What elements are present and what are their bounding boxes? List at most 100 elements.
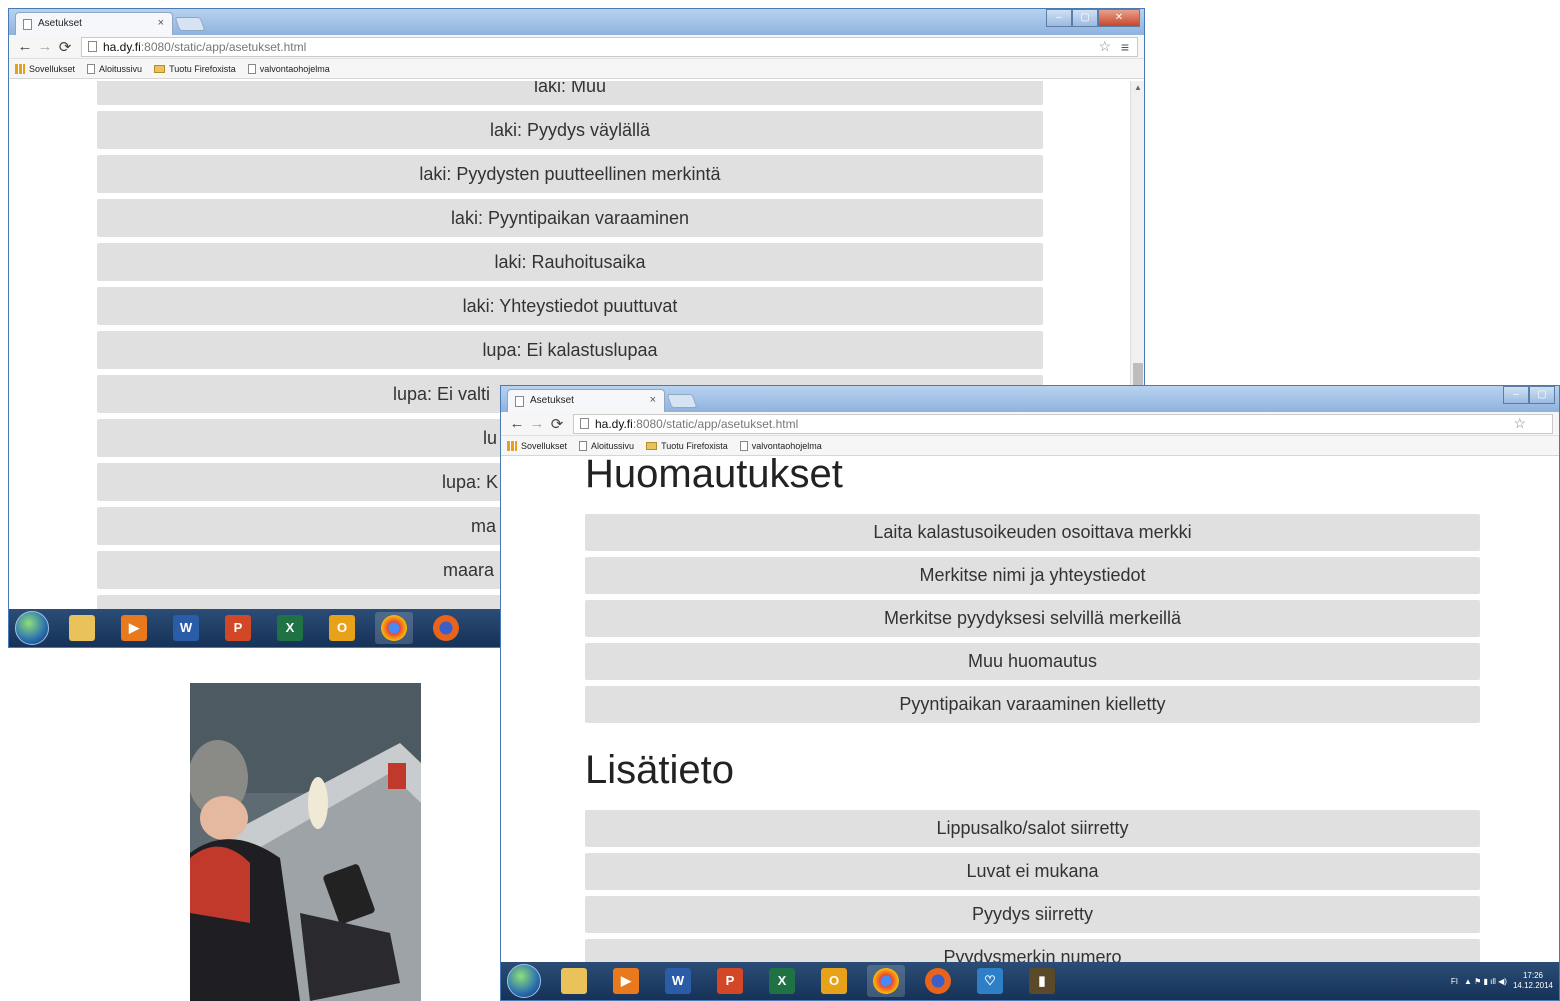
- clock[interactable]: 17:26 14.12.2014: [1513, 971, 1553, 991]
- address-bar[interactable]: ha.dy.fi:8080/static/app/asetukset.html …: [573, 413, 1553, 434]
- taskbar-shield[interactable]: ♡: [971, 965, 1009, 997]
- boat-photo-illustration: [190, 683, 421, 1001]
- forward-arrow-icon[interactable]: →: [35, 38, 55, 55]
- bookmark-folder[interactable]: Tuotu Firefoxista: [646, 441, 728, 451]
- clock-time: 17:26: [1522, 971, 1543, 980]
- taskbar-powerpoint[interactable]: P: [711, 965, 749, 997]
- minimize-button[interactable]: –: [1503, 386, 1529, 404]
- url-host: ha.dy.fi: [103, 39, 141, 54]
- chrome-icon: [873, 968, 899, 994]
- page-icon: [739, 440, 748, 451]
- bookmark-star-icon[interactable]: ☆: [1513, 415, 1526, 432]
- taskbar-excel[interactable]: X: [271, 612, 309, 644]
- taskbar-word[interactable]: W: [659, 965, 697, 997]
- close-button[interactable]: ✕: [1098, 9, 1140, 27]
- taskbar-explorer[interactable]: [555, 965, 593, 997]
- start-button[interactable]: [507, 964, 541, 998]
- bookmark-home[interactable]: Aloitussivu: [579, 440, 635, 451]
- language-indicator[interactable]: FI: [1451, 977, 1458, 986]
- tray-icons[interactable]: ▲ ⚑ ▮ ıll ◀): [1464, 977, 1507, 986]
- taskbar-outlook[interactable]: O: [815, 965, 853, 997]
- new-tab-button[interactable]: [666, 394, 698, 408]
- folder-icon: [646, 441, 658, 450]
- page-icon: [247, 63, 256, 74]
- folder-icon: [154, 64, 166, 73]
- browser-window-front: Asetukset × – ▢ ← → ⟳ ha.dy.fi:8080/stat…: [500, 385, 1560, 1001]
- back-arrow-icon[interactable]: ←: [507, 415, 527, 432]
- taskbar-chrome[interactable]: [867, 965, 905, 997]
- taskbar-firefox[interactable]: [919, 965, 957, 997]
- bookmark-apps[interactable]: Sovellukset: [507, 440, 567, 451]
- list-button[interactable]: laki: Pyyntipaikan varaaminen: [97, 199, 1043, 237]
- title-bar: Asetukset × – ▢ ✕: [9, 9, 1144, 35]
- close-tab-icon[interactable]: ×: [158, 17, 164, 29]
- bookmark-valvonta[interactable]: valvontaohojelma: [247, 63, 330, 74]
- option-button[interactable]: Luvat ei mukana: [585, 853, 1480, 890]
- close-tab-icon[interactable]: ×: [650, 394, 656, 406]
- taskbar-excel[interactable]: X: [763, 965, 801, 997]
- taskbar: ▶ W P X O ♡ ▮ FI ▲ ⚑ ▮ ıll ◀) 17:26 14.1…: [501, 962, 1559, 1000]
- photo-person-in-boat: [190, 683, 421, 1001]
- list-button[interactable]: lupa: Ei kalastuslupaa: [97, 331, 1043, 369]
- back-arrow-icon[interactable]: ←: [15, 38, 35, 55]
- word-icon: W: [665, 968, 691, 994]
- option-button[interactable]: Laita kalastusoikeuden osoittava merkki: [585, 514, 1480, 551]
- scroll-up-icon[interactable]: ▲: [1134, 83, 1142, 92]
- maximize-button[interactable]: ▢: [1072, 9, 1098, 27]
- bookmark-label: Aloitussivu: [99, 63, 143, 74]
- bookmark-label: Aloitussivu: [591, 440, 635, 451]
- reload-icon[interactable]: ⟳: [55, 38, 75, 56]
- bookmark-folder[interactable]: Tuotu Firefoxista: [154, 64, 236, 74]
- browser-tab[interactable]: Asetukset ×: [507, 389, 665, 412]
- taskbar-chrome[interactable]: [375, 612, 413, 644]
- taskbar-explorer[interactable]: [63, 612, 101, 644]
- reload-icon[interactable]: ⟳: [547, 415, 567, 433]
- option-button[interactable]: Merkitse nimi ja yhteystiedot: [585, 557, 1480, 594]
- option-button[interactable]: Pyyntipaikan varaaminen kielletty: [585, 686, 1480, 723]
- apps-grid-icon: [15, 63, 25, 74]
- bookmark-apps[interactable]: Sovellukset: [15, 63, 76, 74]
- media-player-icon: ▶: [613, 968, 639, 994]
- excel-icon: X: [277, 615, 303, 641]
- media-player-icon: ▶: [121, 615, 147, 641]
- shield-icon: ♡: [977, 968, 1003, 994]
- browser-tab[interactable]: Asetukset ×: [15, 12, 173, 35]
- taskbar-phone[interactable]: ▮: [1023, 965, 1061, 997]
- option-button[interactable]: Lippusalko/salot siirretty: [585, 810, 1480, 847]
- bookmark-star-icon[interactable]: ☆: [1098, 38, 1111, 55]
- taskbar-word[interactable]: W: [167, 612, 205, 644]
- bookmark-label: valvontaohojelma: [259, 63, 330, 74]
- list-button[interactable]: laki: Rauhoitusaika: [97, 243, 1043, 281]
- start-button[interactable]: [15, 611, 49, 645]
- menu-icon[interactable]: ≡: [1121, 39, 1129, 55]
- list-button[interactable]: laki: Pyydysten puutteellinen merkintä: [97, 155, 1043, 193]
- tab-title: Asetukset: [38, 18, 82, 29]
- forward-arrow-icon[interactable]: →: [527, 415, 547, 432]
- bookmark-home[interactable]: Aloitussivu: [87, 63, 143, 74]
- address-bar[interactable]: ha.dy.fi:8080/static/app/asetukset.html …: [81, 36, 1138, 57]
- chrome-icon: [381, 615, 407, 641]
- new-tab-button[interactable]: [174, 17, 206, 31]
- bookmark-label: Tuotu Firefoxista: [169, 63, 236, 74]
- taskbar-media[interactable]: ▶: [607, 965, 645, 997]
- list-button[interactable]: laki: Muu: [97, 81, 1043, 105]
- option-button[interactable]: Pyydysmerkin numero: [585, 939, 1480, 964]
- list-button[interactable]: laki: Yhteystiedot puuttuvat: [97, 287, 1043, 325]
- bookmark-label: Sovellukset: [29, 63, 76, 74]
- bookmark-valvonta[interactable]: valvontaohojelma: [739, 440, 822, 451]
- firefox-icon: [433, 615, 459, 641]
- taskbar-powerpoint[interactable]: P: [219, 612, 257, 644]
- option-button[interactable]: Pyydys siirretty: [585, 896, 1480, 933]
- powerpoint-icon: P: [717, 968, 743, 994]
- system-tray: FI ▲ ⚑ ▮ ıll ◀) 17:26 14.12.2014: [1451, 962, 1553, 1000]
- option-button[interactable]: Merkitse pyydyksesi selvillä merkeillä: [585, 600, 1480, 637]
- page-icon: [88, 41, 97, 52]
- minimize-button[interactable]: –: [1046, 9, 1072, 27]
- outlook-icon: O: [329, 615, 355, 641]
- list-button[interactable]: laki: Pyydys väylällä: [97, 111, 1043, 149]
- option-button[interactable]: Muu huomautus: [585, 643, 1480, 680]
- maximize-button[interactable]: ▢: [1529, 386, 1555, 404]
- taskbar-outlook[interactable]: O: [323, 612, 361, 644]
- taskbar-media[interactable]: ▶: [115, 612, 153, 644]
- taskbar-firefox[interactable]: [427, 612, 465, 644]
